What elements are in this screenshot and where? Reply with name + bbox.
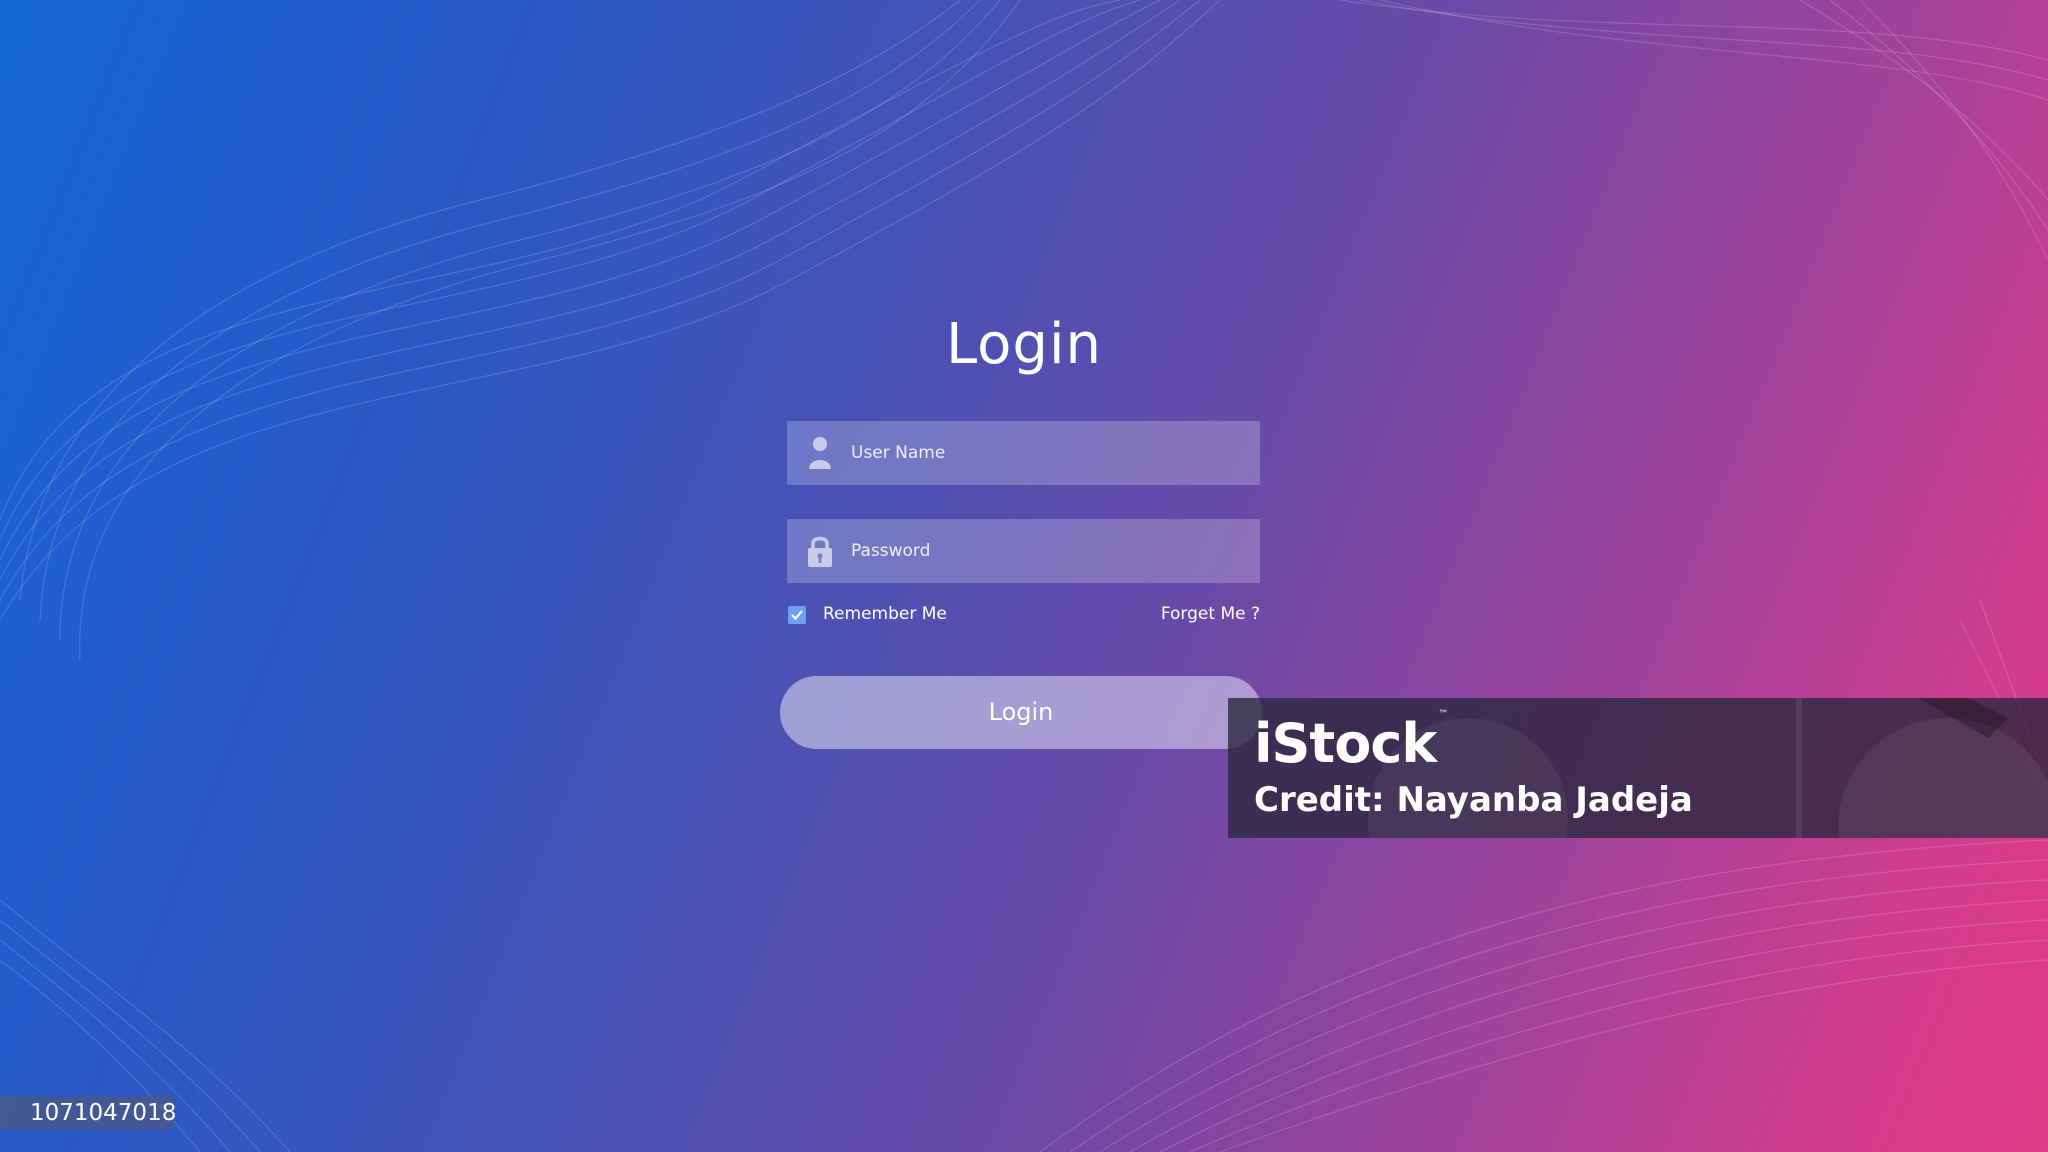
page-title: Login xyxy=(945,312,1103,377)
forget-me-link[interactable]: Forget Me ? xyxy=(1161,604,1260,624)
login-button[interactable]: Login xyxy=(780,676,1262,749)
username-input[interactable] xyxy=(851,421,1246,485)
lock-icon xyxy=(805,533,835,569)
user-icon xyxy=(805,435,835,471)
check-icon xyxy=(791,610,803,621)
watermark-credit: Credit: Nayanba Jadeja xyxy=(1254,780,1693,820)
login-options-row: Remember Me Forget Me ? xyxy=(787,602,1260,628)
remember-me-checkbox[interactable] xyxy=(788,606,806,624)
password-field[interactable] xyxy=(787,519,1260,583)
username-field[interactable] xyxy=(787,421,1260,485)
remember-me-label[interactable]: Remember Me xyxy=(823,604,947,624)
password-input[interactable] xyxy=(851,519,1246,583)
istock-logo: iStock ™ xyxy=(1254,709,1449,775)
image-id-label: 1071047018 xyxy=(0,1096,176,1130)
stock-watermark: iStock ™ Credit: Nayanba Jadeja xyxy=(1228,698,2048,838)
